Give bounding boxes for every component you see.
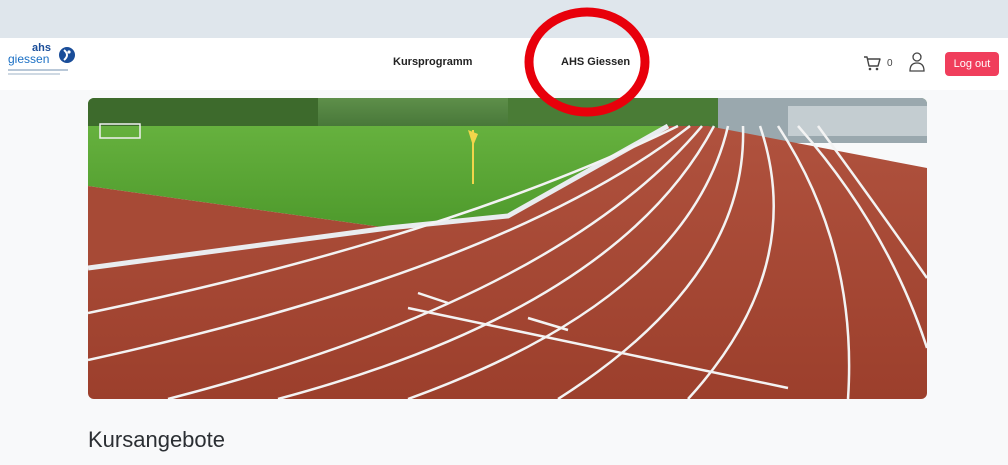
hero-image-running-track <box>88 98 927 399</box>
logo-mark-icon <box>59 47 75 63</box>
logout-button[interactable]: Log out <box>945 52 999 76</box>
cart-count: 0 <box>887 57 893 69</box>
logo-tagline-line <box>8 73 60 75</box>
page: ahs giessen Kursprogramm AHS Giessen 0 L… <box>0 38 1008 465</box>
logo-tagline-line <box>8 69 68 71</box>
user-icon[interactable] <box>909 52 925 72</box>
ahs-giessen-logo[interactable]: ahs giessen <box>8 42 75 82</box>
nav-link-kursprogramm[interactable]: Kursprogramm <box>393 56 472 68</box>
page-title: Kursangebote <box>88 427 225 452</box>
cart-button[interactable]: 0 <box>863 52 895 74</box>
logo-text-giessen: giessen <box>8 52 50 66</box>
cart-icon <box>864 56 881 71</box>
nav-link-ahs-giessen[interactable]: AHS Giessen <box>561 56 630 68</box>
navbar: ahs giessen Kursprogramm AHS Giessen 0 L… <box>0 38 1008 90</box>
running-track-illustration <box>88 98 927 399</box>
